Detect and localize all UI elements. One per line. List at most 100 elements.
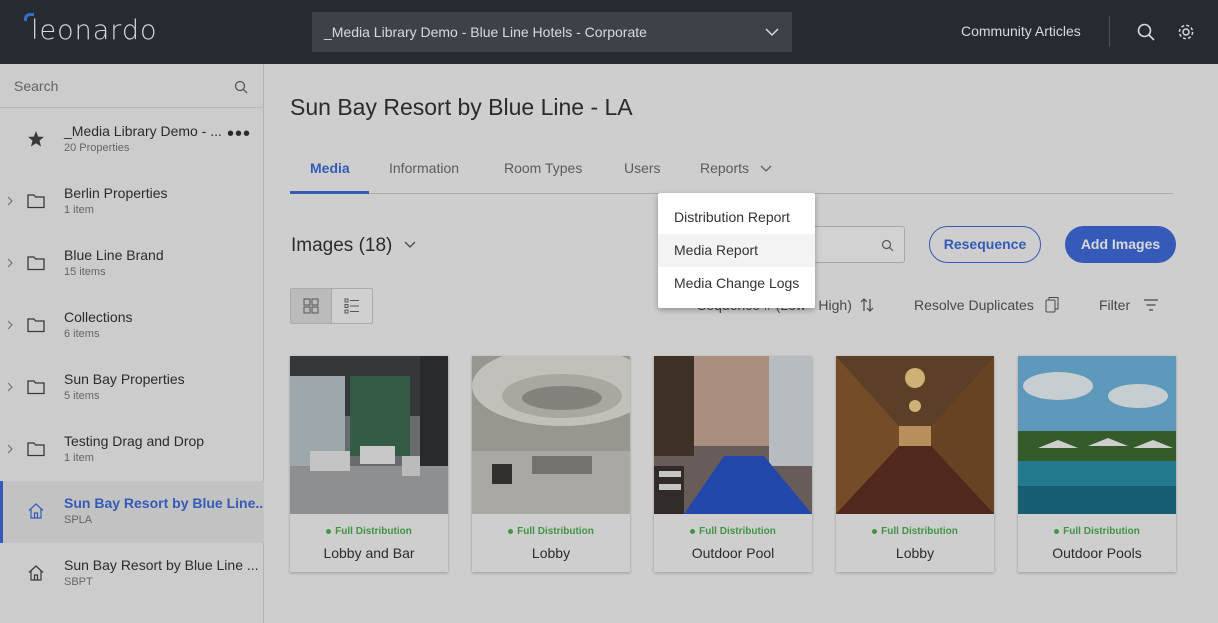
status-dot <box>1054 528 1060 534</box>
menu-item-media-change-logs[interactable]: Media Change Logs <box>658 267 815 300</box>
distribution-status: Full Distribution <box>654 526 812 537</box>
distribution-status: Full Distribution <box>836 526 994 537</box>
sidebar-item-label: Sun Bay Resort by Blue Line.. <box>64 495 264 511</box>
image-thumbnail[interactable] <box>654 356 812 514</box>
status-dot <box>326 528 332 534</box>
distribution-status: Full Distribution <box>1018 526 1176 537</box>
organization-select[interactable]: _Media Library Demo - Blue Line Hotels -… <box>312 12 792 52</box>
image-card[interactable]: Full Distribution Lobby <box>472 356 630 572</box>
sidebar-item-label: Sun Bay Resort by Blue Line ... <box>64 557 259 573</box>
resolve-duplicates-button[interactable]: Resolve Duplicates <box>914 297 1034 313</box>
tab-room-types[interactable]: Room Types <box>504 160 582 176</box>
view-toggle <box>290 288 373 324</box>
list-view-button[interactable] <box>332 289 372 323</box>
tab-reports[interactable]: Reports <box>700 160 749 176</box>
main-content: Sun Bay Resort by Blue Line - LA Media I… <box>265 64 1218 623</box>
status-dot <box>690 528 696 534</box>
chevron-right-icon[interactable] <box>6 195 14 207</box>
sidebar-item-count: 1 item <box>64 452 94 464</box>
sort-icon[interactable] <box>859 297 875 313</box>
status-label: Full Distribution <box>1063 526 1140 537</box>
more-options-icon[interactable]: ••• <box>227 123 251 146</box>
image-caption: Lobby <box>531 545 571 561</box>
image-thumbnail[interactable] <box>472 356 630 514</box>
image-caption: Lobby and Bar <box>323 545 415 561</box>
image-card[interactable]: Full Distribution Outdoor Pools <box>1018 356 1176 572</box>
filter-button[interactable]: Filter <box>1099 297 1130 313</box>
sidebar: _Media Library Demo - ... 20 Properties … <box>0 64 264 623</box>
image-caption: Lobby <box>895 545 935 561</box>
star-icon <box>28 131 44 147</box>
image-card[interactable]: Full Distribution Lobby <box>836 356 994 572</box>
community-articles-link[interactable]: Community Articles <box>961 23 1081 39</box>
page-title: Sun Bay Resort by Blue Line - LA <box>290 94 633 120</box>
sidebar-item-label: Sun Bay Properties <box>64 371 185 387</box>
outdoor-pools-photo <box>1018 356 1176 514</box>
sidebar-item-sun-bay-properties[interactable]: Sun Bay Properties 5 items <box>0 357 264 419</box>
chevron-right-icon[interactable] <box>6 319 14 331</box>
sidebar-item-count: 20 Properties <box>64 142 130 154</box>
image-card[interactable]: Full Distribution Lobby and Bar <box>290 356 448 572</box>
chevron-down-icon[interactable] <box>760 165 772 173</box>
filter-icon[interactable] <box>1143 298 1159 312</box>
sidebar-item-sun-bay-resort-sbpt[interactable]: Sun Bay Resort by Blue Line ... SBPT <box>0 543 264 605</box>
organization-select-value: _Media Library Demo - Blue Line Hotels -… <box>324 24 647 40</box>
search-icon[interactable] <box>881 239 894 252</box>
image-caption: Outdoor Pool <box>691 545 775 561</box>
sidebar-item-media-library-demo[interactable]: _Media Library Demo - ... 20 Properties … <box>0 109 264 171</box>
sidebar-item-count: 5 items <box>64 390 100 402</box>
status-label: Full Distribution <box>881 526 958 537</box>
image-card[interactable]: Full Distribution Outdoor Pool <box>654 356 812 572</box>
chevron-right-icon[interactable] <box>6 257 14 269</box>
search-icon[interactable] <box>234 80 248 94</box>
images-heading[interactable]: Images (18) <box>291 235 392 257</box>
folder-icon <box>27 256 45 271</box>
top-bar: leonardo _Media Library Demo - Blue Line… <box>0 0 1218 64</box>
grid-view-button[interactable] <box>291 289 332 323</box>
list-icon <box>344 298 359 314</box>
resequence-button[interactable]: Resequence <box>929 226 1041 263</box>
duplicate-icon[interactable] <box>1045 296 1059 313</box>
add-images-button[interactable]: Add Images <box>1065 226 1176 263</box>
folder-icon <box>27 318 45 333</box>
image-thumbnail[interactable] <box>836 356 994 514</box>
folder-icon <box>27 380 45 395</box>
sidebar-item-blue-line-brand[interactable]: Blue Line Brand 15 items <box>0 233 264 295</box>
sidebar-item-label: Collections <box>64 309 133 325</box>
gear-icon[interactable] <box>1177 23 1195 41</box>
status-dot <box>872 528 878 534</box>
outdoor-pool-photo <box>654 356 812 514</box>
chevron-right-icon[interactable] <box>6 443 14 455</box>
sidebar-item-sun-bay-resort-spla[interactable]: Sun Bay Resort by Blue Line.. SPLA <box>0 481 264 543</box>
status-label: Full Distribution <box>699 526 776 537</box>
folder-icon <box>27 194 45 209</box>
tab-media[interactable]: Media <box>310 160 350 176</box>
tab-information[interactable]: Information <box>389 160 459 176</box>
image-thumbnail[interactable] <box>290 356 448 514</box>
chevron-right-icon[interactable] <box>6 381 14 393</box>
sidebar-search-input[interactable] <box>0 64 230 108</box>
sidebar-item-label: Blue Line Brand <box>64 247 164 263</box>
chevron-down-icon[interactable] <box>404 241 416 249</box>
chevron-down-icon <box>765 28 779 37</box>
sidebar-item-collections[interactable]: Collections 6 items <box>0 295 264 357</box>
sidebar-item-count: 15 items <box>64 266 106 278</box>
status-dot <box>508 528 514 534</box>
sidebar-item-testing-drag-and-drop[interactable]: Testing Drag and Drop 1 item <box>0 419 264 481</box>
menu-item-media-report[interactable]: Media Report <box>658 234 815 267</box>
sidebar-item-berlin-properties[interactable]: Berlin Properties 1 item <box>0 171 264 233</box>
lobby-photo <box>472 356 630 514</box>
tab-users[interactable]: Users <box>624 160 661 176</box>
menu-item-distribution-report[interactable]: Distribution Report <box>658 201 815 234</box>
grid-icon <box>303 298 319 314</box>
status-label: Full Distribution <box>517 526 594 537</box>
search-icon[interactable] <box>1137 23 1155 41</box>
active-tab-indicator <box>290 191 369 194</box>
home-icon <box>28 565 44 581</box>
image-thumbnail[interactable] <box>1018 356 1176 514</box>
logo[interactable]: leonardo <box>31 15 158 46</box>
hallway-lobby-photo <box>836 356 994 514</box>
sidebar-item-count: 6 items <box>64 328 100 340</box>
sidebar-item-code: SBPT <box>64 576 93 588</box>
sidebar-item-label: _Media Library Demo - ... <box>64 123 222 139</box>
